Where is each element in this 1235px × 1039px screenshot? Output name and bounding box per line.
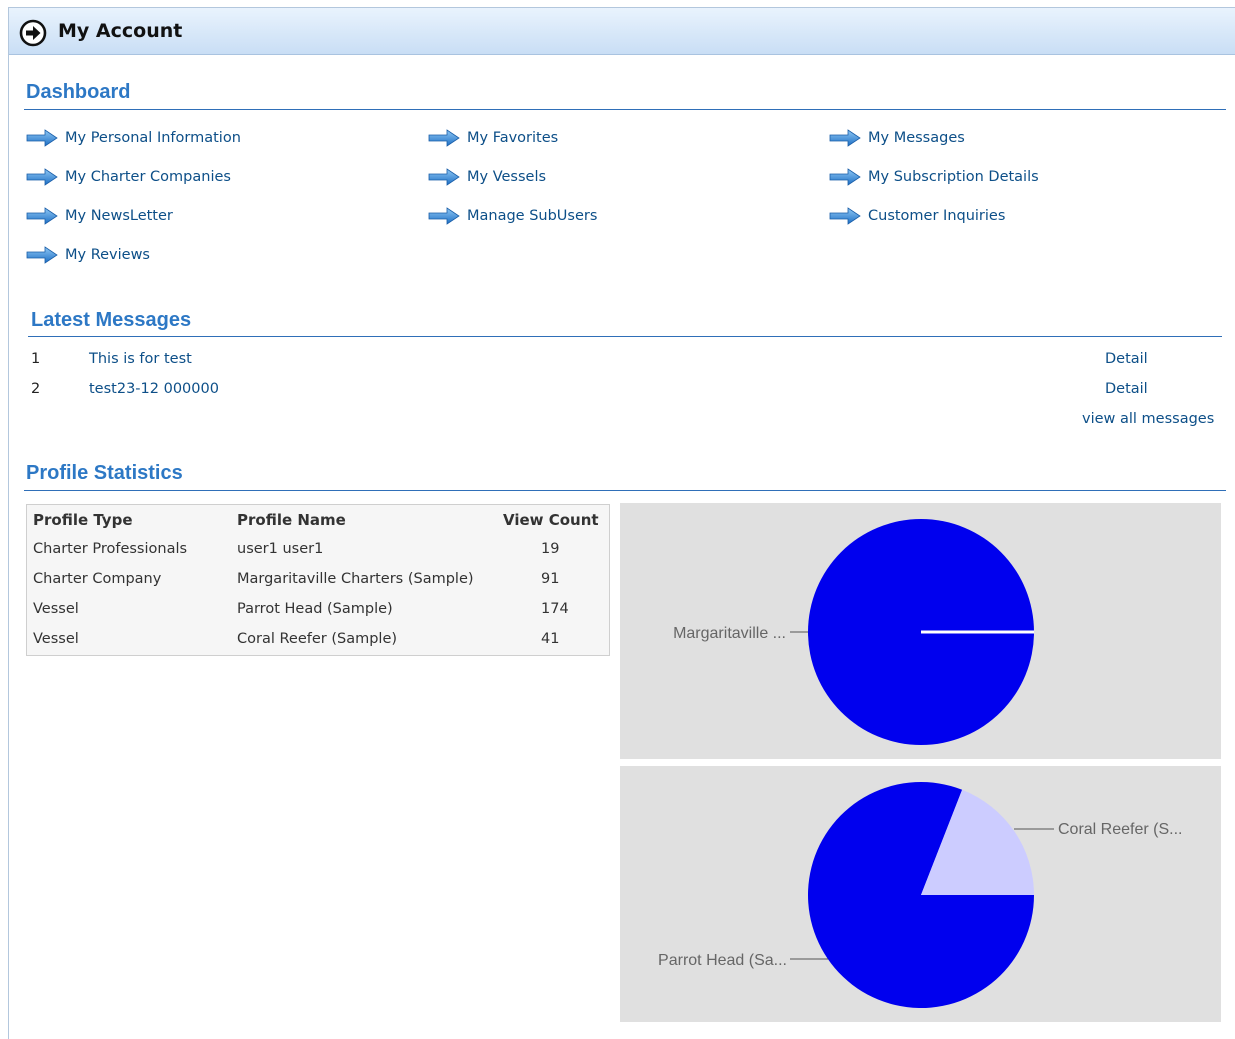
cell-view-count: 41	[541, 631, 560, 647]
message-detail-link[interactable]: Detail	[1105, 351, 1148, 367]
blue-arrow-icon	[428, 129, 460, 147]
dashboard-link-my-favorites[interactable]: My Favorites	[428, 128, 558, 148]
blue-arrow-icon	[428, 168, 460, 186]
pie-chart-panel-1: Margaritaville ...	[620, 503, 1221, 759]
dashboard-link-my-personal-information[interactable]: My Personal Information	[26, 128, 241, 148]
pie-chart-1: Margaritaville ...	[673, 519, 1034, 745]
pie-slice-label: Parrot Head (Sa...	[658, 952, 787, 969]
dashboard-link-label: My NewsLetter	[65, 208, 173, 224]
page-title: My Account	[58, 20, 183, 42]
latest-messages-title: Latest Messages	[31, 309, 192, 331]
dashboard-link-my-reviews[interactable]: My Reviews	[26, 245, 150, 265]
dashboard-link-label: Manage SubUsers	[467, 208, 598, 224]
dashboard-link-label: My Messages	[868, 130, 965, 146]
dashboard-link-my-subscription-details[interactable]: My Subscription Details	[829, 167, 1039, 187]
pie-slice-label: Margaritaville ...	[673, 625, 786, 642]
blue-arrow-icon	[26, 168, 58, 186]
cell-profile-type: Charter Professionals	[33, 541, 188, 557]
blue-arrow-icon	[26, 129, 58, 147]
cell-profile-type: Charter Company	[33, 571, 162, 587]
blue-arrow-icon	[26, 246, 58, 264]
dashboard-divider	[24, 109, 1226, 110]
dashboard-link-label: My Subscription Details	[868, 169, 1039, 185]
column-header-profile-name: Profile Name	[237, 511, 346, 529]
column-header-view-count: View Count	[503, 511, 599, 529]
dashboard-link-label: My Vessels	[467, 169, 547, 185]
blue-arrow-icon	[829, 207, 861, 225]
message-number: 1	[31, 351, 41, 367]
blue-arrow-icon	[829, 129, 861, 147]
dashboard-link-label: My Reviews	[65, 247, 150, 263]
dashboard-link-label: My Charter Companies	[65, 169, 231, 185]
dashboard-link-label: Customer Inquiries	[868, 208, 1006, 224]
dashboard-link-my-messages[interactable]: My Messages	[829, 128, 965, 148]
profile-statistics-table: Profile Type Profile Name View Count Cha…	[26, 504, 610, 656]
pie-chart-panel-2: Coral Reefer (S... Parrot Head (Sa...	[620, 766, 1221, 1022]
cell-profile-name: user1 user1	[237, 541, 324, 557]
blue-arrow-icon	[26, 207, 58, 225]
circle-arrow-right-icon	[19, 19, 47, 47]
pie-chart-2: Coral Reefer (S... Parrot Head (Sa...	[658, 782, 1182, 1008]
message-subject-link[interactable]: test23-12 000000	[89, 381, 219, 397]
cell-profile-name: Margaritaville Charters (Sample)	[237, 571, 474, 587]
profile-statistics-title: Profile Statistics	[26, 462, 183, 484]
message-detail-link[interactable]: Detail	[1105, 381, 1148, 397]
cell-view-count: 174	[541, 601, 569, 617]
latest-messages-divider	[28, 336, 1222, 337]
view-all-messages-link[interactable]: view all messages	[1082, 411, 1214, 427]
dashboard-link-my-newsletter[interactable]: My NewsLetter	[26, 206, 173, 226]
cell-profile-type: Vessel	[33, 631, 79, 647]
dashboard-link-label: My Favorites	[467, 130, 559, 146]
profile-statistics-divider	[24, 490, 1226, 491]
title-bar: My Account	[9, 8, 1235, 55]
cell-view-count: 19	[541, 541, 560, 557]
pie-slice-label: Coral Reefer (S...	[1058, 821, 1182, 838]
dashboard-link-customer-inquiries[interactable]: Customer Inquiries	[829, 206, 1005, 226]
cell-profile-name: Coral Reefer (Sample)	[237, 631, 398, 647]
blue-arrow-icon	[829, 168, 861, 186]
dashboard-title: Dashboard	[26, 81, 131, 103]
cell-profile-name: Parrot Head (Sample)	[237, 601, 393, 617]
dashboard-link-label: My Personal Information	[65, 130, 241, 146]
message-subject-link[interactable]: This is for test	[89, 351, 192, 367]
dashboard-link-manage-subusers[interactable]: Manage SubUsers	[428, 206, 597, 226]
dashboard-link-my-vessels[interactable]: My Vessels	[428, 167, 546, 187]
blue-arrow-icon	[428, 207, 460, 225]
cell-view-count: 91	[541, 571, 560, 587]
cell-profile-type: Vessel	[33, 601, 79, 617]
column-header-profile-type: Profile Type	[33, 511, 133, 529]
dashboard-link-my-charter-companies[interactable]: My Charter Companies	[26, 167, 231, 187]
message-number: 2	[31, 381, 41, 397]
